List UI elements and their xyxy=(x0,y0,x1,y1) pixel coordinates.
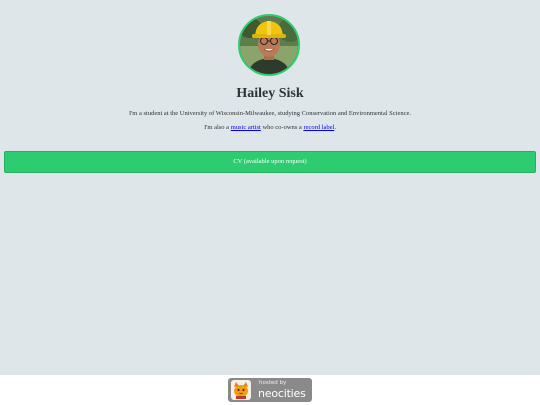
bio-line-2-suffix: . xyxy=(334,124,336,131)
bio-line-1: I'm a student at the University of Wisco… xyxy=(128,110,412,117)
profile-name: Hailey Sisk xyxy=(236,86,304,101)
avatar xyxy=(238,14,300,76)
bio-line-2-prefix: I'm also a xyxy=(204,124,231,131)
badge-neocities: neocities xyxy=(258,387,306,400)
avatar-photo xyxy=(240,16,298,74)
music-artist-link[interactable]: music artist xyxy=(231,124,261,131)
cv-button[interactable]: CV (available upon request) xyxy=(4,151,536,173)
badge-hosted-by: hosted by xyxy=(259,380,287,386)
record-label-link[interactable]: record label xyxy=(303,124,334,131)
bio-line-2-middle: who co-owns a xyxy=(260,124,304,131)
main-page: Hailey Sisk I'm a student at the Univers… xyxy=(0,0,540,375)
neocities-badge[interactable]: hosted by neocities xyxy=(228,378,312,402)
bio-line-2: I'm also a music artist who co-owns a re… xyxy=(0,124,540,131)
footer: hosted by neocities xyxy=(0,375,540,405)
neocities-cat-icon xyxy=(231,380,251,400)
